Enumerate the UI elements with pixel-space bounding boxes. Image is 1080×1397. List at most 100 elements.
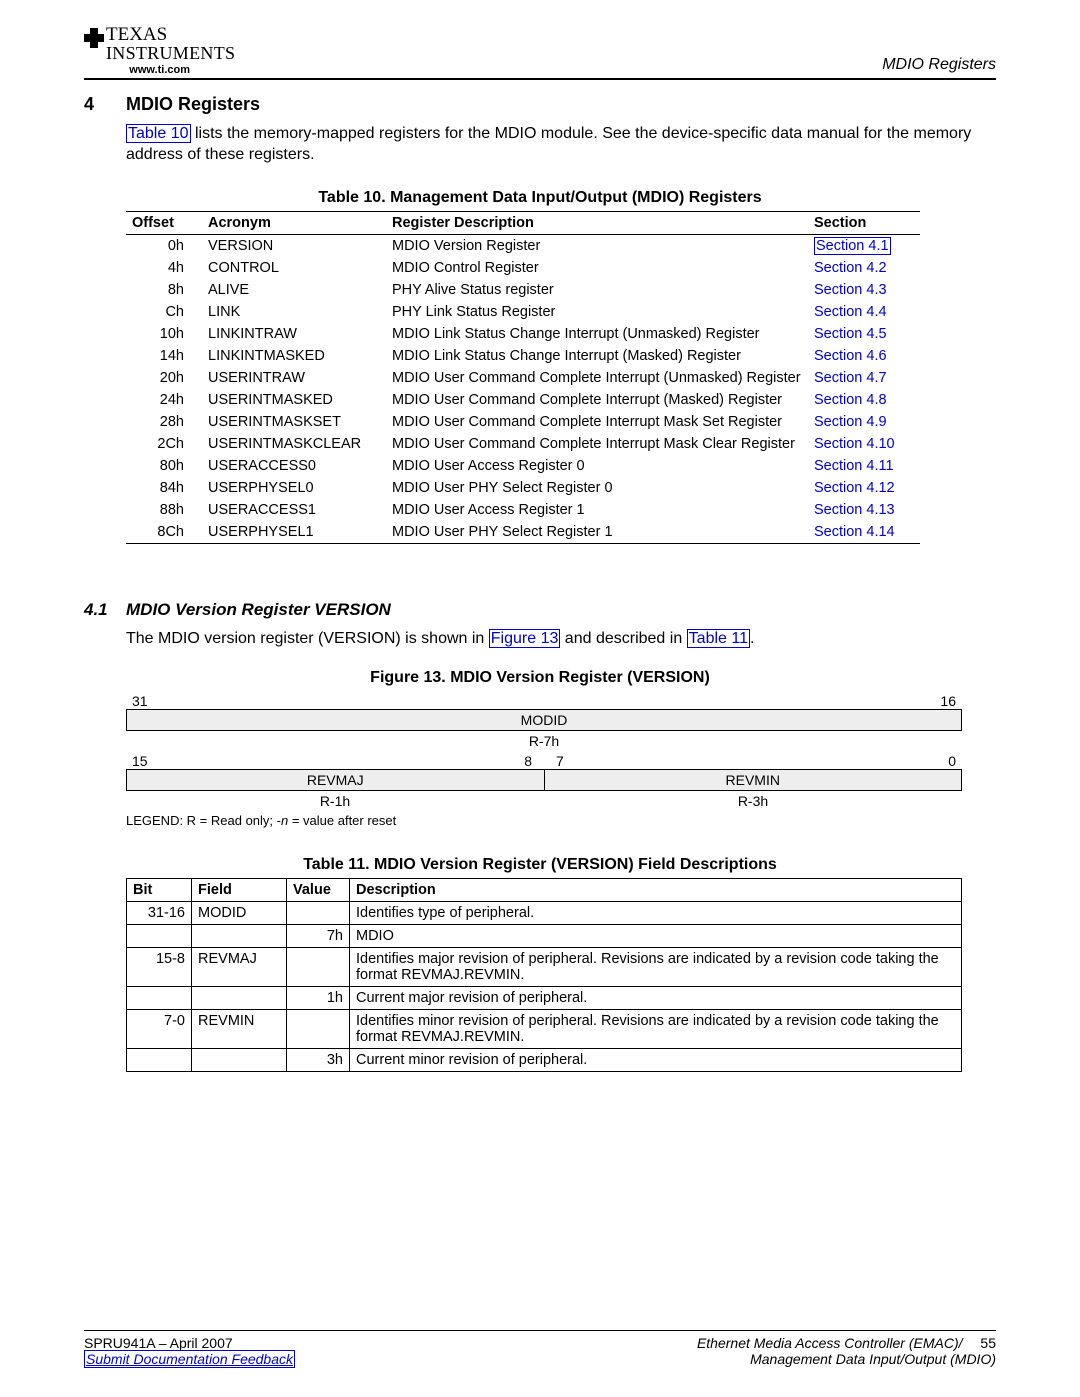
section-link[interactable]: Section 4.9: [814, 414, 887, 430]
section-link[interactable]: Section 4.4: [814, 304, 887, 320]
cell-section: Section 4.1: [808, 235, 920, 258]
cell-description: MDIO Version Register: [386, 235, 808, 258]
figure-13-legend: LEGEND: R = Read only; -n = value after …: [126, 813, 996, 828]
figure-13-diagram: 31 16 MODID R-7h 15 8 7 0 REVMAJ REVMIN …: [126, 693, 962, 811]
table-row: 84hUSERPHYSEL0MDIO User PHY Select Regis…: [126, 477, 920, 499]
cell-description: MDIO User Command Complete Interrupt Mas…: [386, 433, 808, 455]
th-regdesc: Register Description: [386, 212, 808, 235]
bit-16: 16: [940, 693, 956, 709]
table-11-caption: Table 11. MDIO Version Register (VERSION…: [84, 856, 996, 874]
cell-value: 7h: [287, 925, 350, 948]
th-section: Section: [808, 212, 920, 235]
cell-acronym: LINKINTRAW: [202, 323, 386, 345]
bit-31: 31: [132, 693, 148, 709]
cell-desc: Identifies major revision of peripheral.…: [350, 948, 962, 987]
table-row: 2ChUSERINTMASKCLEARMDIO User Command Com…: [126, 433, 920, 455]
cell-acronym: VERSION: [202, 235, 386, 258]
table-row: 1hCurrent major revision of peripheral.: [127, 987, 962, 1010]
table-11: Bit Field Value Description 31-16MODIDId…: [126, 878, 962, 1072]
cell-offset: 88h: [126, 499, 202, 521]
section-4-paragraph-text: lists the memory-mapped registers for th…: [126, 125, 971, 163]
ti-logo-text2: INSTRUMENTS: [106, 43, 235, 63]
figure-13-link[interactable]: Figure 13: [489, 629, 561, 648]
bit-8: 8: [332, 753, 544, 769]
field-revmaj: REVMAJ: [126, 769, 544, 791]
cell-offset: Ch: [126, 301, 202, 323]
section-link[interactable]: Section 4.11: [814, 458, 894, 474]
section-link[interactable]: Section 4.7: [814, 370, 887, 386]
cell-offset: 14h: [126, 345, 202, 367]
cell-section: Section 4.14: [808, 521, 920, 544]
th-bit: Bit: [127, 879, 192, 902]
cell-bit: [127, 925, 192, 948]
ti-logo: TEXAS INSTRUMENTS: [84, 26, 235, 63]
cell-acronym: USERPHYSEL0: [202, 477, 386, 499]
cell-offset: 24h: [126, 389, 202, 411]
cell-desc: Current minor revision of peripheral.: [350, 1049, 962, 1072]
section-link[interactable]: Section 4.3: [814, 282, 887, 298]
table-row: 20hUSERINTRAWMDIO User Command Complete …: [126, 367, 920, 389]
section-link[interactable]: Section 4.1: [814, 237, 891, 255]
page-header: TEXAS INSTRUMENTS www.ti.com MDIO Regist…: [84, 26, 996, 80]
cell-offset: 4h: [126, 257, 202, 279]
table-row: 3hCurrent minor revision of peripheral.: [127, 1049, 962, 1072]
th-value: Value: [287, 879, 350, 902]
cell-offset: 8h: [126, 279, 202, 301]
section-link[interactable]: Section 4.5: [814, 326, 887, 342]
subsection-title: MDIO Version Register VERSION: [126, 600, 391, 620]
cell-desc: MDIO: [350, 925, 962, 948]
section-4-1-paragraph: The MDIO version register (VERSION) is s…: [126, 628, 996, 649]
cell-description: MDIO User Access Register 0: [386, 455, 808, 477]
section-4-1-heading: 4.1 MDIO Version Register VERSION: [84, 600, 996, 620]
table-row: 7hMDIO: [127, 925, 962, 948]
footer-doc-title2: Management Data Input/Output (MDIO): [750, 1351, 996, 1367]
table-11-link[interactable]: Table 11: [687, 629, 750, 648]
section-link[interactable]: Section 4.12: [814, 480, 895, 496]
reset-modid: R-7h: [126, 731, 962, 751]
cell-field: [192, 987, 287, 1010]
table-row: ChLINKPHY Link Status RegisterSection 4.…: [126, 301, 920, 323]
table-10-link[interactable]: Table 10: [126, 124, 191, 143]
cell-acronym: USERINTMASKED: [202, 389, 386, 411]
table-row: 28hUSERINTMASKSETMDIO User Command Compl…: [126, 411, 920, 433]
table-row: 15-8REVMAJ Identifies major revision of p…: [127, 948, 962, 987]
section-link[interactable]: Section 4.6: [814, 348, 887, 364]
cell-section: Section 4.2: [808, 257, 920, 279]
cell-offset: 20h: [126, 367, 202, 389]
table-row: 8hALIVEPHY Alive Status registerSection …: [126, 279, 920, 301]
section-link[interactable]: Section 4.10: [814, 436, 895, 452]
cell-offset: 10h: [126, 323, 202, 345]
ti-logo-text1: TEXAS: [106, 24, 167, 45]
cell-description: MDIO Control Register: [386, 257, 808, 279]
cell-value: 3h: [287, 1049, 350, 1072]
cell-description: MDIO Link Status Change Interrupt (Maske…: [386, 345, 808, 367]
cell-offset: 2Ch: [126, 433, 202, 455]
bit-7: 7: [544, 753, 756, 769]
cell-bit: 7-0: [127, 1010, 192, 1049]
cell-field: REVMIN: [192, 1010, 287, 1049]
page-footer: SPRU941A – April 2007 Submit Documentati…: [84, 1330, 996, 1367]
th-description: Description: [350, 879, 962, 902]
bit-row-bot: 15 8 7 0: [126, 753, 962, 769]
th-offset: Offset: [126, 212, 202, 235]
header-title-right: MDIO Registers: [882, 56, 996, 74]
cell-field: REVMAJ: [192, 948, 287, 987]
ti-url: www.ti.com: [84, 64, 235, 76]
section-link[interactable]: Section 4.8: [814, 392, 887, 408]
table-row: 8ChUSERPHYSEL1MDIO User PHY Select Regis…: [126, 521, 920, 544]
feedback-link[interactable]: Submit Documentation Feedback: [84, 1350, 295, 1368]
table-row: 4hCONTROLMDIO Control RegisterSection 4.…: [126, 257, 920, 279]
cell-offset: 80h: [126, 455, 202, 477]
section-link[interactable]: Section 4.14: [814, 524, 895, 540]
reset-revmaj: R-1h: [126, 791, 544, 811]
cell-description: MDIO User PHY Select Register 0: [386, 477, 808, 499]
cell-description: MDIO Link Status Change Interrupt (Unmas…: [386, 323, 808, 345]
section-link[interactable]: Section 4.13: [814, 502, 895, 518]
table-row: 31-16MODIDIdentifies type of peripheral.: [127, 902, 962, 925]
section-link[interactable]: Section 4.2: [814, 260, 887, 276]
cell-field: [192, 925, 287, 948]
cell-desc: Current major revision of peripheral.: [350, 987, 962, 1010]
cell-description: PHY Link Status Register: [386, 301, 808, 323]
cell-acronym: USERACCESS1: [202, 499, 386, 521]
cell-bit: 15-8: [127, 948, 192, 987]
